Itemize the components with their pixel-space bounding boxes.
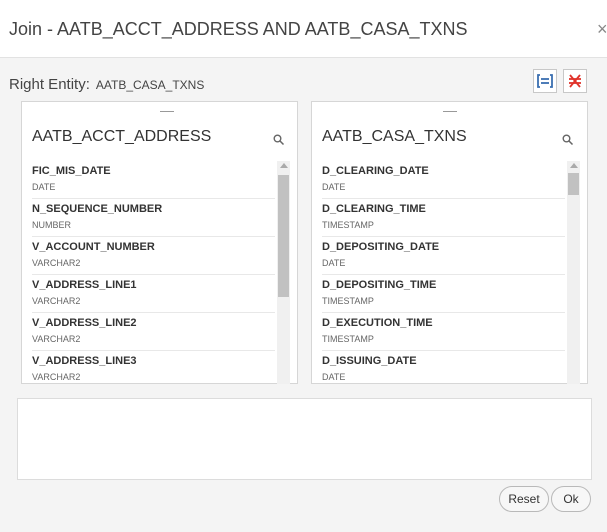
dialog-header: Join - AATB_ACCT_ADDRESS AND AATB_CASA_T… <box>0 0 607 58</box>
right-entity-value: AATB_CASA_TXNS <box>95 78 205 92</box>
right-scrollbar[interactable] <box>567 161 580 384</box>
column-type: VARCHAR2 <box>32 334 81 344</box>
scroll-up-icon[interactable] <box>570 163 578 168</box>
join-condition-area[interactable] <box>17 398 592 480</box>
column-name: V_ADDRESS_LINE1 <box>32 279 137 291</box>
scroll-up-icon[interactable] <box>280 163 288 168</box>
list-item[interactable]: D_ISSUING_DATE DATE <box>322 351 565 384</box>
column-type: DATE <box>322 372 346 382</box>
scroll-thumb[interactable] <box>278 175 289 297</box>
left-column-list: FIC_MIS_DATE DATE N_SEQUENCE_NUMBER NUMB… <box>22 161 299 384</box>
right-column-list: D_CLEARING_DATE DATE D_CLEARING_TIME TIM… <box>312 161 589 384</box>
dialog-title: Join - AATB_ACCT_ADDRESS AND AATB_CASA_T… <box>9 19 468 39</box>
column-name: D_ISSUING_DATE <box>322 355 417 367</box>
search-icon[interactable] <box>273 134 285 146</box>
column-type: VARCHAR2 <box>32 372 81 382</box>
close-icon[interactable]: × <box>597 19 607 40</box>
column-name: V_ACCOUNT_NUMBER <box>32 241 155 253</box>
list-item[interactable]: D_DEPOSITING_TIME TIMESTAMP <box>322 275 565 313</box>
search-icon[interactable] <box>562 134 574 146</box>
column-name: V_ADDRESS_LINE3 <box>32 355 137 367</box>
right-entity: Right Entity: AATB_CASA_TXNS <box>9 76 204 93</box>
column-type: VARCHAR2 <box>32 258 81 268</box>
list-item[interactable]: D_CLEARING_DATE DATE <box>322 161 565 199</box>
column-name: V_ADDRESS_LINE2 <box>32 317 137 329</box>
column-type: DATE <box>322 182 346 192</box>
left-scrollbar[interactable] <box>277 161 290 384</box>
join-icon <box>537 74 553 88</box>
column-name: D_DEPOSITING_TIME <box>322 279 437 291</box>
column-type: TIMESTAMP <box>322 296 374 306</box>
remove-join-icon <box>569 74 581 88</box>
column-type: TIMESTAMP <box>322 334 374 344</box>
remove-join-button[interactable] <box>563 69 587 93</box>
list-item[interactable]: D_CLEARING_TIME TIMESTAMP <box>322 199 565 237</box>
column-name: FIC_MIS_DATE <box>32 165 111 177</box>
column-name: D_EXECUTION_TIME <box>322 317 433 329</box>
list-item[interactable]: V_ADDRESS_LINE1 VARCHAR2 <box>32 275 275 313</box>
column-name: D_CLEARING_TIME <box>322 203 426 215</box>
left-entity-panel: AATB_ACCT_ADDRESS FIC_MIS_DATE DATE N_SE… <box>21 101 298 384</box>
drag-handle[interactable] <box>160 111 174 112</box>
column-name: N_SEQUENCE_NUMBER <box>32 203 163 215</box>
column-type: VARCHAR2 <box>32 296 81 306</box>
ok-button[interactable]: Ok <box>551 486 591 512</box>
list-item[interactable]: N_SEQUENCE_NUMBER NUMBER <box>32 199 275 237</box>
list-item[interactable]: V_ADDRESS_LINE3 VARCHAR2 <box>32 351 275 384</box>
list-item[interactable]: D_DEPOSITING_DATE DATE <box>322 237 565 275</box>
list-item[interactable]: D_EXECUTION_TIME TIMESTAMP <box>322 313 565 351</box>
right-entity-title: AATB_CASA_TXNS <box>322 128 467 145</box>
left-entity-title: AATB_ACCT_ADDRESS <box>32 128 212 145</box>
column-type: NUMBER <box>32 220 72 230</box>
list-item[interactable]: FIC_MIS_DATE DATE <box>32 161 275 199</box>
scroll-thumb[interactable] <box>568 173 579 195</box>
column-type: DATE <box>32 182 56 192</box>
column-name: D_DEPOSITING_DATE <box>322 241 440 253</box>
column-type: DATE <box>322 258 346 268</box>
column-type: TIMESTAMP <box>322 220 374 230</box>
join-button[interactable] <box>533 69 557 93</box>
right-entity-label: Right Entity: <box>9 76 90 93</box>
drag-handle[interactable] <box>443 111 457 112</box>
list-item[interactable]: V_ACCOUNT_NUMBER VARCHAR2 <box>32 237 275 275</box>
right-entity-panel: AATB_CASA_TXNS D_CLEARING_DATE DATE D_CL… <box>311 101 588 384</box>
reset-button[interactable]: Reset <box>499 486 549 512</box>
column-name: D_CLEARING_DATE <box>322 165 429 177</box>
list-item[interactable]: V_ADDRESS_LINE2 VARCHAR2 <box>32 313 275 351</box>
